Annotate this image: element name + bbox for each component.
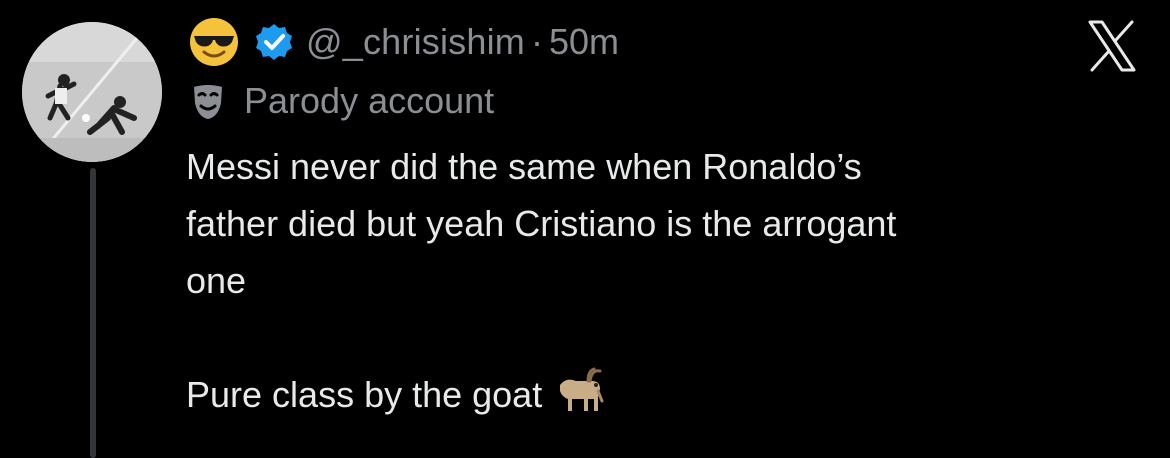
thread-line xyxy=(90,168,96,458)
tweet-text: Messi never did the same when Ronaldo’s … xyxy=(186,138,1146,423)
tweet-line: Messi never did the same when Ronaldo’s xyxy=(186,146,862,187)
goat-emoji-icon xyxy=(560,367,604,411)
sunglasses-emoji-icon xyxy=(190,18,238,66)
x-logo-icon[interactable] xyxy=(1084,18,1140,74)
separator-dot: · xyxy=(530,21,543,62)
tweet-line: one xyxy=(186,260,247,301)
theater-mask-icon xyxy=(194,85,222,119)
tweet-line-text: Pure class by the goat xyxy=(186,374,543,415)
parody-account-label: Parody account xyxy=(244,80,495,121)
avatar[interactable] xyxy=(22,22,162,162)
user-handle[interactable]: @_chrisishim xyxy=(306,21,525,63)
timestamp[interactable]: 50m xyxy=(549,21,619,63)
tweet-header: @_chrisishim · 50m xyxy=(188,14,619,70)
verified-badge-icon xyxy=(256,24,292,60)
tweet-line: father died but yeah Cristiano is the ar… xyxy=(186,203,897,244)
parody-label-row: Parody account xyxy=(188,76,494,126)
tweet-line: Pure class by the goat xyxy=(186,366,1146,423)
avatar-image xyxy=(22,22,162,162)
